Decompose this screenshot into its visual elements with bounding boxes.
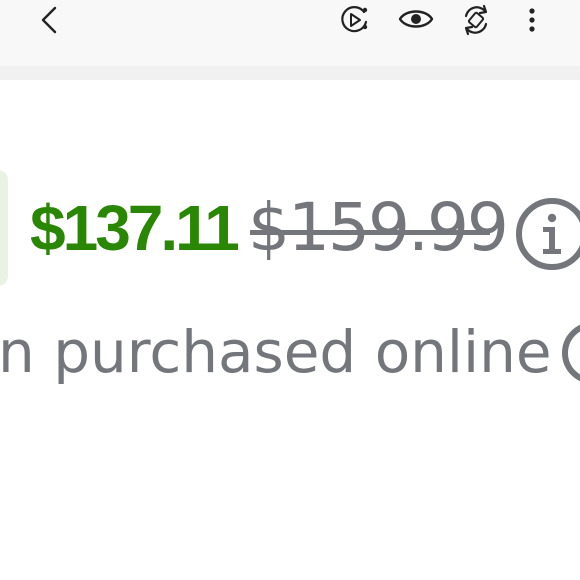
- original-price-strikethrough: [250, 230, 490, 235]
- rotate-auto-icon[interactable]: [458, 2, 494, 38]
- toolbar-divider: [0, 66, 580, 80]
- info-icon[interactable]: [514, 196, 580, 276]
- original-price: $159.99: [248, 189, 509, 266]
- top-toolbar: [0, 0, 580, 66]
- info-icon-secondary[interactable]: [560, 320, 580, 390]
- sale-price: $137.11: [30, 192, 240, 264]
- price-badge-edge: [0, 170, 8, 286]
- eye-icon[interactable]: [396, 4, 436, 34]
- back-chevron-icon[interactable]: [34, 2, 66, 38]
- screen: $137.11 $159.99 n purchased online: [0, 0, 580, 580]
- online-purchase-note: n purchased online: [0, 318, 552, 386]
- more-vertical-icon[interactable]: [520, 2, 544, 38]
- motion-photo-play-icon[interactable]: [336, 2, 372, 38]
